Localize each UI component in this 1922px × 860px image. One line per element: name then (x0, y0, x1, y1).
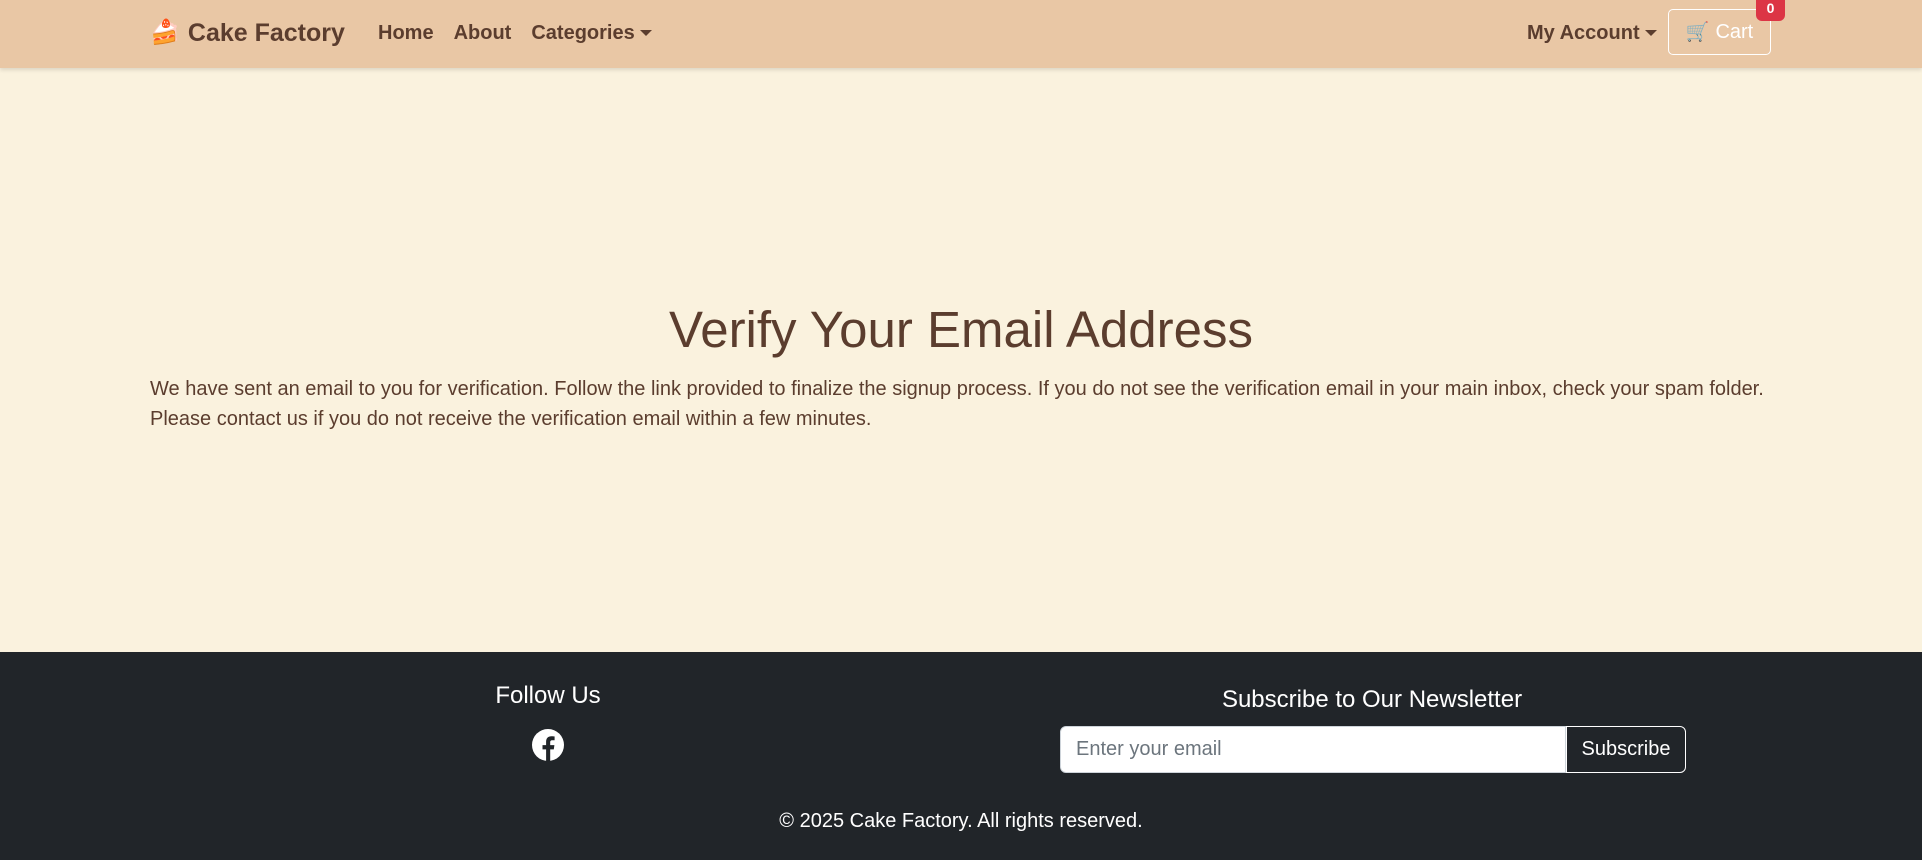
nav-link-label: Home (378, 21, 434, 44)
cart-label: Cart (1715, 20, 1754, 43)
my-account-dropdown[interactable]: My Account (1527, 18, 1657, 48)
categories-dropdown[interactable]: Categories (521, 22, 661, 45)
footer: Follow Us Subscribe to Our Newsletter Su… (0, 652, 1922, 860)
follow-us-heading: Follow Us (495, 682, 601, 709)
nav-link-about[interactable]: About (444, 22, 522, 45)
caret-down-icon (639, 30, 652, 36)
cake-icon: 🍰 (150, 19, 180, 46)
subscribe-button[interactable]: Subscribe (1566, 726, 1686, 773)
brand-name: Cake Factory (187, 18, 345, 47)
caret-down-icon (1644, 30, 1657, 36)
nav-link-label: Categories (531, 21, 635, 44)
cart-count-badge: 0 (1756, 0, 1785, 21)
nav-link-home[interactable]: Home (368, 22, 444, 45)
cart-icon: 🛒 (1685, 22, 1710, 43)
newsletter-heading: Subscribe to Our Newsletter (1221, 686, 1523, 713)
brand-link[interactable]: 🍰 Cake Factory (150, 14, 345, 52)
newsletter-email-input[interactable] (1060, 726, 1566, 773)
facebook-icon[interactable] (532, 729, 564, 761)
newsletter-form: Subscribe (1060, 726, 1686, 773)
my-account-label: My Account (1527, 21, 1640, 44)
copyright-text: © 2025 Cake Factory. All rights reserved… (779, 810, 1143, 832)
nav-link-label: About (453, 21, 512, 44)
verification-message: We have sent an email to you for verific… (150, 378, 1764, 430)
navbar: 🍰 Cake Factory Home About Categories My … (0, 0, 1922, 68)
nav-links: Home About Categories (368, 18, 662, 48)
page-title: Verify Your Email Address (669, 301, 1253, 358)
